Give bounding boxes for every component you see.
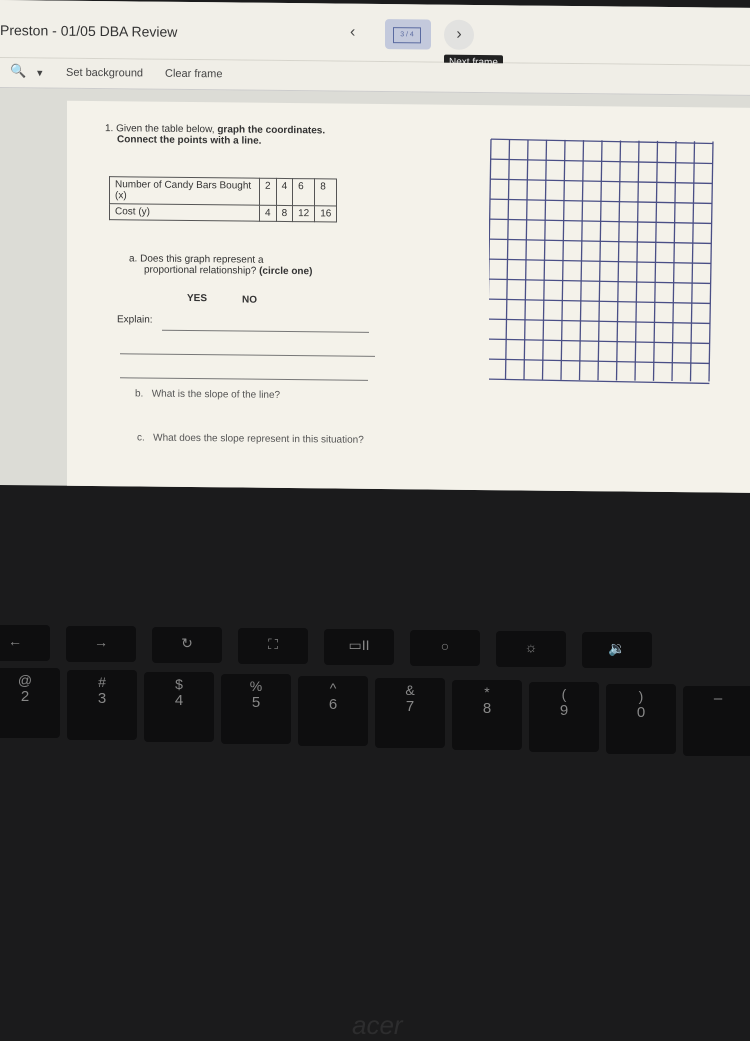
next-frame-button[interactable]: › [444, 19, 474, 50]
number-key[interactable]: % 5 [221, 674, 291, 744]
question-b: b. What is the slope of the line? [135, 388, 281, 401]
number-key[interactable]: (9 [529, 682, 599, 752]
number-key[interactable]: #3 [67, 670, 137, 740]
number-key[interactable]: ^ 6 [298, 676, 368, 746]
cell: 8 [314, 178, 337, 207]
grid-line-vertical [671, 141, 677, 382]
title-bar: Preston - 01/05 DBA Review ‹ 3 / 4 › Nex… [0, 0, 750, 71]
row-label: Cost (y) [109, 203, 260, 222]
grid-line-horizontal [489, 358, 710, 365]
function-key[interactable]: 🔉 [582, 632, 652, 668]
question-c: c. What does the slope represent in this… [137, 432, 364, 446]
function-key[interactable]: ▭II [324, 629, 394, 665]
function-key[interactable]: ☼ [496, 631, 566, 667]
grid-line-vertical [578, 140, 585, 381]
clear-frame-button[interactable]: Clear frame [165, 68, 222, 81]
chevron-left-icon[interactable]: ‹ [350, 24, 355, 42]
answer-line [120, 353, 375, 357]
document-title: Preston - 01/05 DBA Review [0, 22, 178, 40]
chevron-right-icon: › [456, 25, 462, 43]
number-key[interactable]: $4 [144, 672, 214, 742]
function-key[interactable]: → [66, 626, 136, 662]
explain-label: Explain: [117, 314, 153, 326]
number-key[interactable]: – [683, 686, 750, 756]
number-key[interactable]: & 7 [375, 678, 445, 748]
data-table: Number of Candy Bars Bought (x) 2468 Cos… [109, 176, 337, 223]
question-a: a. Does this graph represent a proportio… [129, 253, 313, 278]
question-1: 1. Given the table below, graph the coor… [105, 123, 326, 147]
cell: 4 [276, 178, 293, 206]
grid-line-vertical [689, 141, 696, 382]
function-key[interactable]: ← [0, 625, 50, 661]
grid-line-horizontal [489, 378, 710, 385]
row-label: Number of Candy Bars Bought (x) [109, 176, 260, 206]
set-background-button[interactable]: Set background [66, 67, 143, 80]
grid-line-vertical [615, 140, 622, 381]
yes-option[interactable]: YES [187, 293, 207, 304]
grid-line-horizontal [489, 338, 711, 345]
number-key[interactable]: @2 [0, 668, 60, 738]
cell: 2 [259, 178, 277, 206]
function-key[interactable]: ○ [410, 630, 480, 666]
number-key[interactable]: * 8 [452, 680, 522, 750]
acer-logo: acer [352, 1010, 403, 1040]
function-key[interactable]: ↻ [152, 627, 222, 663]
answer-line [162, 329, 369, 333]
cell: 8 [276, 205, 293, 222]
frame-counter-button[interactable]: 3 / 4 [385, 19, 431, 50]
keyboard: acer ← → ↻ ⛶ ▭II ○ ☼ 🔉 @2 #3 $4% 5 ^ 6 & 7 * 8(9) 0– [0, 490, 750, 1040]
grid-line-vertical [652, 140, 659, 381]
zoom-icon[interactable]: 🔍 [10, 63, 26, 79]
grid-line-vertical [597, 140, 603, 381]
grid-line-vertical [634, 140, 640, 381]
coordinate-grid[interactable] [489, 137, 719, 385]
answer-line [120, 377, 368, 381]
number-key[interactable]: ) 0 [606, 684, 676, 754]
cell: 4 [259, 205, 277, 222]
cell: 16 [314, 205, 337, 223]
cell: 6 [292, 178, 315, 206]
grid-line-vertical [708, 141, 714, 382]
screen: Preston - 01/05 DBA Review ‹ 3 / 4 › Nex… [0, 0, 750, 493]
function-key[interactable]: ⛶ [238, 628, 308, 664]
worksheet-canvas[interactable]: 1. Given the table below, graph the coor… [67, 100, 750, 493]
no-option[interactable]: NO [242, 295, 257, 306]
cell: 12 [292, 205, 315, 222]
frame-counter: 3 / 4 [393, 27, 421, 44]
zoom-dropdown[interactable]: ▾ [37, 66, 43, 79]
